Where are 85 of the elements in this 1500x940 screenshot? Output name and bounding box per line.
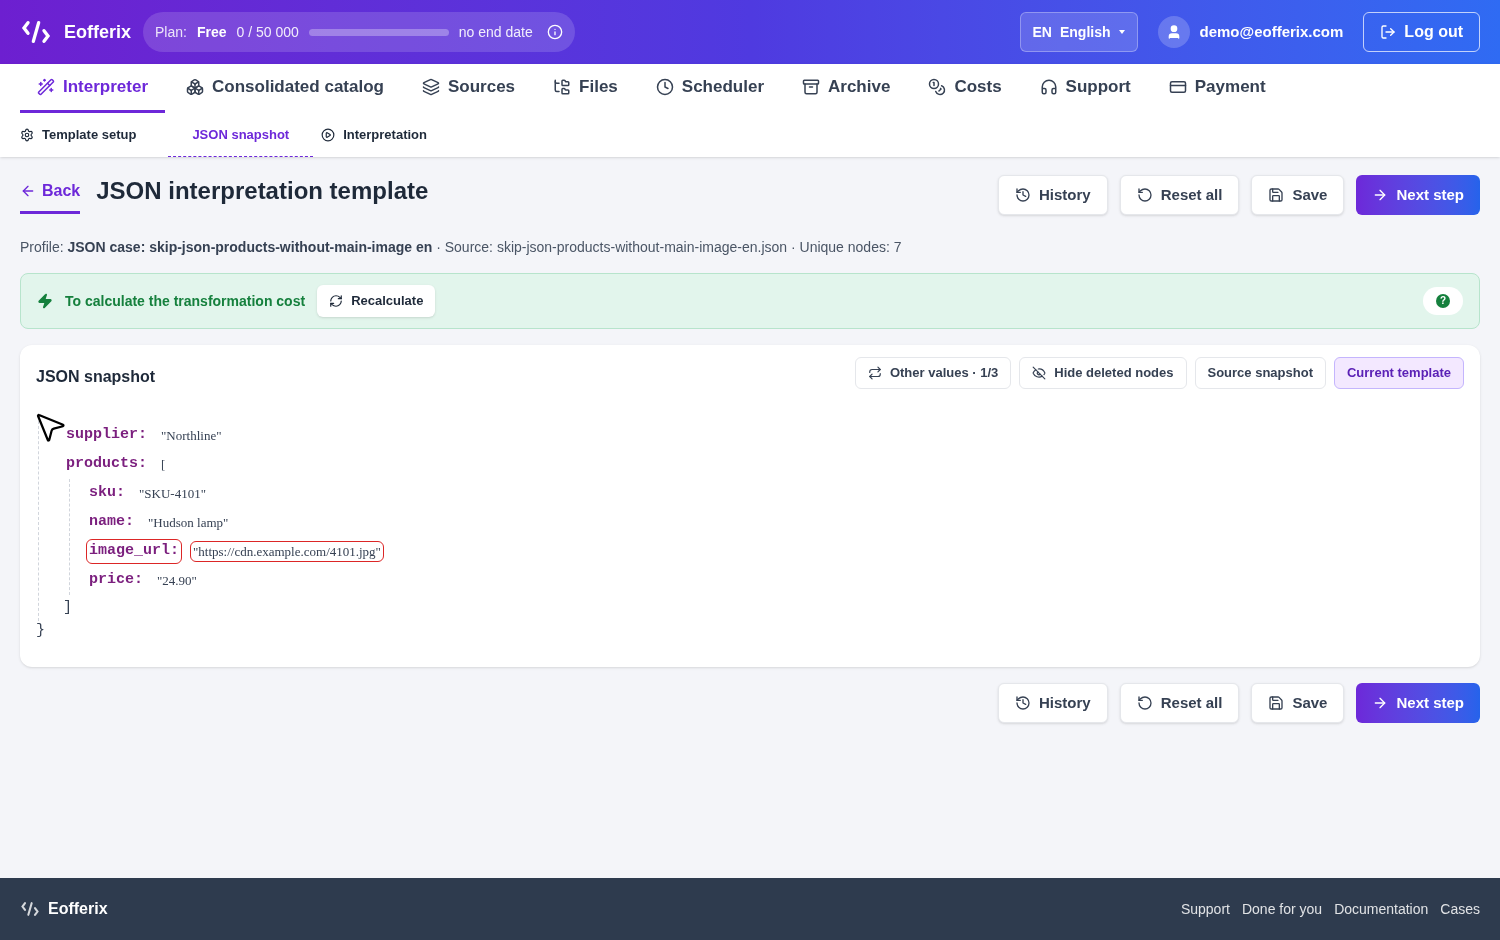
wand-icon [37,78,55,96]
layers-icon [421,78,440,96]
footer-link[interactable]: Support [1180,899,1230,919]
logout-button[interactable]: Log out [1363,12,1480,52]
next-step-button[interactable]: Next step [1356,175,1480,215]
clock-icon [655,78,674,96]
json-key: name: [86,510,137,535]
json-bracket: ] [63,598,72,618]
reset-button[interactable]: Reset all [1119,683,1240,723]
json-value: "Northline" [160,426,223,445]
page-title: JSON interpretation template [96,175,429,206]
json-key: sku: [86,481,128,506]
refresh-icon [329,294,344,308]
archive-icon [802,78,820,96]
headset-icon [1039,78,1058,96]
reset-icon [1136,187,1153,203]
recalculate-button[interactable]: Recalculate [317,285,436,317]
card-icon [1168,78,1187,96]
sub-tab[interactable]: Interpretation [321,113,451,157]
history-icon [1015,695,1032,711]
gear-icon [20,127,34,142]
help-button[interactable]: ? [1423,287,1463,315]
nav-tab[interactable]: Interpreter [20,64,166,113]
json-key: products: [63,452,150,477]
nav-tab[interactable]: Support [1022,64,1148,113]
nav-tab[interactable]: Archive [785,64,908,113]
repeat-icon [867,366,882,380]
logout-icon [1380,24,1397,40]
json-value: "https://cdn.example.com/4101.jpg" [190,540,384,563]
eye-off-icon [1032,366,1047,380]
nav-tab[interactable]: Files [536,64,635,113]
profile-info: Profile: JSON case: skip-json-products-without-main-image en · Source: skip-json-products-without-main-image-en.json · Unique nodes: 7 [20,238,903,257]
sub-tab[interactable]: Template setup [20,113,161,157]
footer-link[interactable]: Cases [1440,899,1480,919]
json-key: price: [86,568,146,593]
nav-tab[interactable]: Sources [404,64,533,113]
view-toggle[interactable]: Other values · 1/3 [854,357,1012,389]
coins-icon [928,78,947,96]
plan-label: Plan: [155,23,187,42]
view-toggle[interactable]: Current template [1333,357,1464,389]
back-arrow-icon [20,183,36,199]
nav-tab[interactable]: Scheduler [638,64,781,113]
json-value: "24.90" [156,571,198,590]
nav-tab[interactable]: Consolidated catalog [169,64,401,113]
plan-usage: 0 / 50 000 [236,23,299,42]
card-title: JSON snapshot [36,367,156,387]
sub-tab[interactable]: JSON snapshot [168,113,314,157]
history-icon [1015,187,1032,203]
next-step-button[interactable]: Next step [1356,683,1480,723]
plan-end-date: no end date [458,23,533,42]
reset-button[interactable]: Reset all [1119,175,1240,215]
reset-icon [1136,695,1153,711]
user-email: demo@eofferix.com [1199,21,1344,42]
history-button[interactable]: History [998,683,1108,723]
save-button[interactable]: Save [1251,175,1345,215]
json-value: [ [160,455,167,474]
view-toggle[interactable]: Hide deleted nodes [1019,357,1187,389]
notice-text: To calculate the transformation cost [65,292,306,311]
caret-icon [1118,30,1125,34]
save-icon [1268,695,1285,711]
lightning-icon [37,293,53,309]
info-icon [546,24,563,40]
boxes-icon [186,78,205,96]
brand-name: Eofferix [64,21,132,44]
save-icon [1268,187,1285,203]
play-icon [321,127,336,142]
nav-tab[interactable]: Payment [1151,64,1283,113]
avatar-icon [1157,16,1190,48]
json-bracket: } [36,621,45,641]
footer-link[interactable]: Done for you [1241,899,1323,919]
view-toggle[interactable]: Source snapshot [1194,357,1326,389]
save-button[interactable]: Save [1251,683,1345,723]
back-link[interactable]: Back [20,179,81,214]
language-select[interactable]: EN English [1019,12,1138,52]
json-key: image_url: [86,539,182,564]
files-icon [553,78,572,96]
json-value: "SKU-4101" [138,484,207,503]
json-key: supplier: [63,423,150,448]
json-value: "Hudson lamp" [147,513,230,532]
plan-name: Free [196,23,227,42]
logo-icon [20,899,40,919]
nav-tab[interactable]: Costs [911,64,1019,113]
footer-brand: Eofferix [48,899,108,919]
footer-link[interactable]: Documentation [1334,899,1429,919]
history-button[interactable]: History [998,175,1108,215]
